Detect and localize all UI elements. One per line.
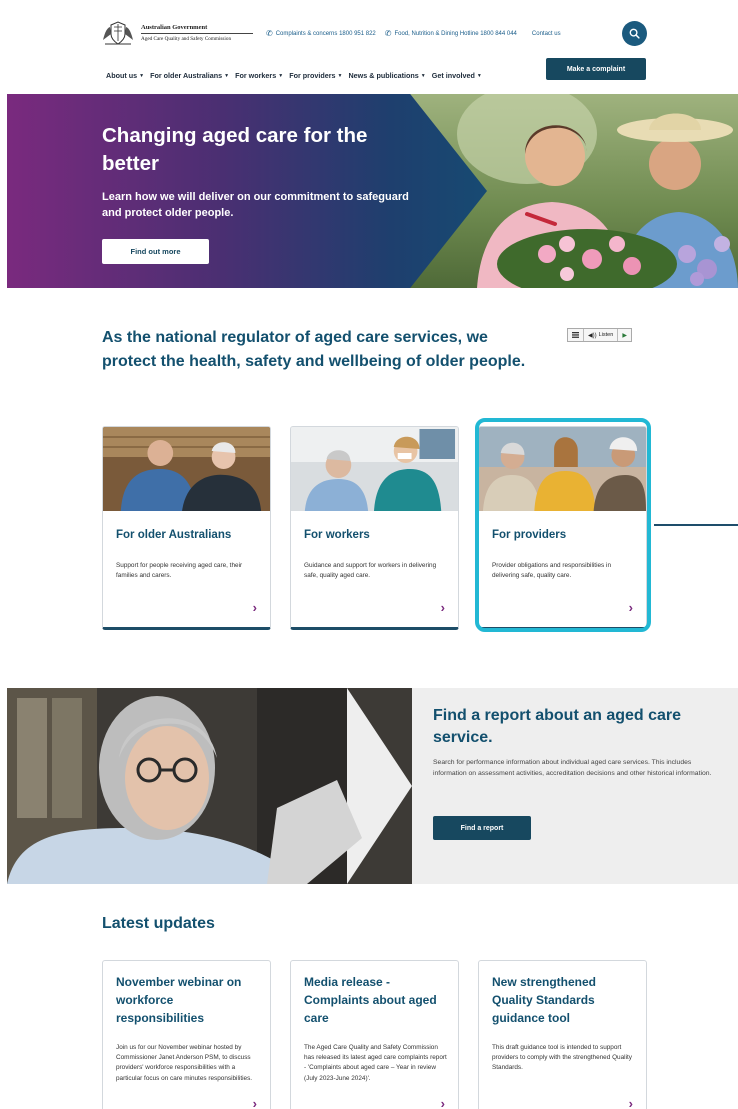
play-button[interactable]: ▶	[618, 329, 631, 341]
card-description: Guidance and support for workers in deli…	[304, 562, 437, 579]
nav-about-us-label: About us	[106, 71, 138, 80]
complaints-phone-link[interactable]: ✆ Complaints & concerns 1800 951 822	[266, 29, 376, 38]
phone-icon: ✆	[266, 29, 273, 38]
find-report-section: Find a report about an aged care service…	[7, 688, 738, 884]
top-links: ✆ Complaints & concerns 1800 951 822 ✆ F…	[266, 29, 561, 38]
nav-workers-label: For workers	[235, 71, 277, 80]
chevron-down-icon: ▼	[337, 72, 343, 79]
chevron-right-icon: ›	[440, 1096, 445, 1109]
card-older-australians[interactable]: For older Australians Support for people…	[102, 426, 271, 630]
report-description: Search for performance information about…	[433, 759, 712, 777]
update-card[interactable]: Media release - Complaints about aged ca…	[290, 960, 459, 1109]
menu-icon[interactable]	[568, 329, 584, 341]
hero-title: Changing aged care for the better	[102, 124, 368, 175]
update-description: Join us for our November webinar hosted …	[116, 1044, 253, 1082]
card-description: Support for people receiving aged care, …	[116, 562, 243, 579]
chevron-down-icon: ▼	[139, 72, 145, 79]
intro-heading: As the national regulator of aged care s…	[102, 329, 526, 370]
nav-older-australians-label: For older Australians	[150, 71, 223, 80]
nav-workers[interactable]: For workers ▼	[235, 71, 283, 80]
update-title: Media release - Complaints about aged ca…	[304, 975, 437, 1025]
update-title: November webinar on workforce responsibi…	[116, 975, 242, 1025]
play-icon: ▶	[622, 332, 627, 339]
listen-label: Listen	[598, 332, 614, 338]
chevron-right-icon: ›	[252, 1096, 257, 1109]
search-button[interactable]	[622, 21, 647, 46]
nav-providers-label: For providers	[289, 71, 336, 80]
find-out-more-button[interactable]: Find out more	[102, 239, 209, 264]
hero-banner: Changing aged care for the better Learn …	[7, 94, 738, 288]
nav-older-australians[interactable]: For older Australians ▼	[150, 71, 229, 80]
chevron-right-icon: ›	[440, 600, 445, 615]
logo-commission-text: Aged Care Quality and Safety Commission	[141, 36, 232, 42]
nav-providers[interactable]: For providers ▼	[289, 71, 342, 80]
update-card[interactable]: New strengthened Quality Standards guida…	[478, 960, 647, 1109]
callout-pointer-line	[654, 524, 738, 526]
listen-player[interactable]: ◀)) Listen ▶	[567, 328, 632, 342]
nav-get-involved[interactable]: Get involved ▼	[432, 71, 482, 80]
site-header: Australian Government Aged Care Quality …	[0, 0, 738, 94]
hero-subtitle: Learn how we will deliver on our commitm…	[102, 191, 409, 219]
nav-news-publications-label: News & publications	[348, 71, 419, 80]
nav-get-involved-label: Get involved	[431, 71, 475, 80]
logo-government-text: Australian Government	[141, 24, 253, 34]
nutrition-hotline-label: Food, Nutrition & Dining Hotline 1800 84…	[394, 30, 517, 37]
search-icon	[629, 28, 640, 39]
chevron-right-icon: ›	[252, 600, 257, 615]
chevron-down-icon: ▼	[476, 72, 482, 79]
contact-us-link[interactable]: Contact us	[532, 31, 561, 37]
update-description: This draft guidance tool is intended to …	[492, 1044, 632, 1072]
latest-updates-heading: Latest updates	[102, 915, 215, 932]
update-title: New strengthened Quality Standards guida…	[492, 975, 597, 1025]
chevron-down-icon: ▼	[420, 72, 426, 79]
chevron-right-icon: ›	[628, 1096, 633, 1109]
phone-icon: ✆	[384, 29, 392, 38]
nutrition-hotline-link[interactable]: ✆ Food, Nutrition & Dining Hotline 1800 …	[385, 29, 517, 38]
coat-of-arms-icon	[103, 21, 133, 45]
workers-image	[291, 427, 458, 511]
find-report-button[interactable]: Find a report	[433, 816, 531, 840]
card-title: For older Australians	[116, 529, 232, 541]
report-title: Find a report about an aged care service…	[433, 707, 682, 746]
update-card[interactable]: November webinar on workforce responsibi…	[102, 960, 271, 1109]
update-description: The Aged Care Quality and Safety Commiss…	[304, 1044, 447, 1082]
speaker-icon: ◀))	[588, 332, 597, 339]
make-complaint-button[interactable]: Make a complaint	[546, 58, 646, 80]
woman-with-laptop-image	[7, 688, 412, 884]
chevron-down-icon: ▼	[224, 72, 230, 79]
nav-news-publications[interactable]: News & publications ▼	[348, 71, 425, 80]
complaints-phone-label: Complaints & concerns 1800 951 822	[275, 30, 376, 37]
government-logo[interactable]: Australian Government Aged Care Quality …	[101, 18, 261, 48]
card-workers[interactable]: For workers Guidance and support for wor…	[290, 426, 459, 630]
nav-about-us[interactable]: About us ▼	[106, 71, 144, 80]
card-title: For workers	[304, 529, 370, 541]
providers-card-highlight	[475, 418, 651, 632]
older-australians-image	[103, 427, 270, 511]
chevron-down-icon: ▼	[278, 72, 284, 79]
listen-button[interactable]: ◀)) Listen	[584, 329, 619, 341]
main-navigation: About us ▼ For older Australians ▼ For wor…	[106, 71, 482, 80]
